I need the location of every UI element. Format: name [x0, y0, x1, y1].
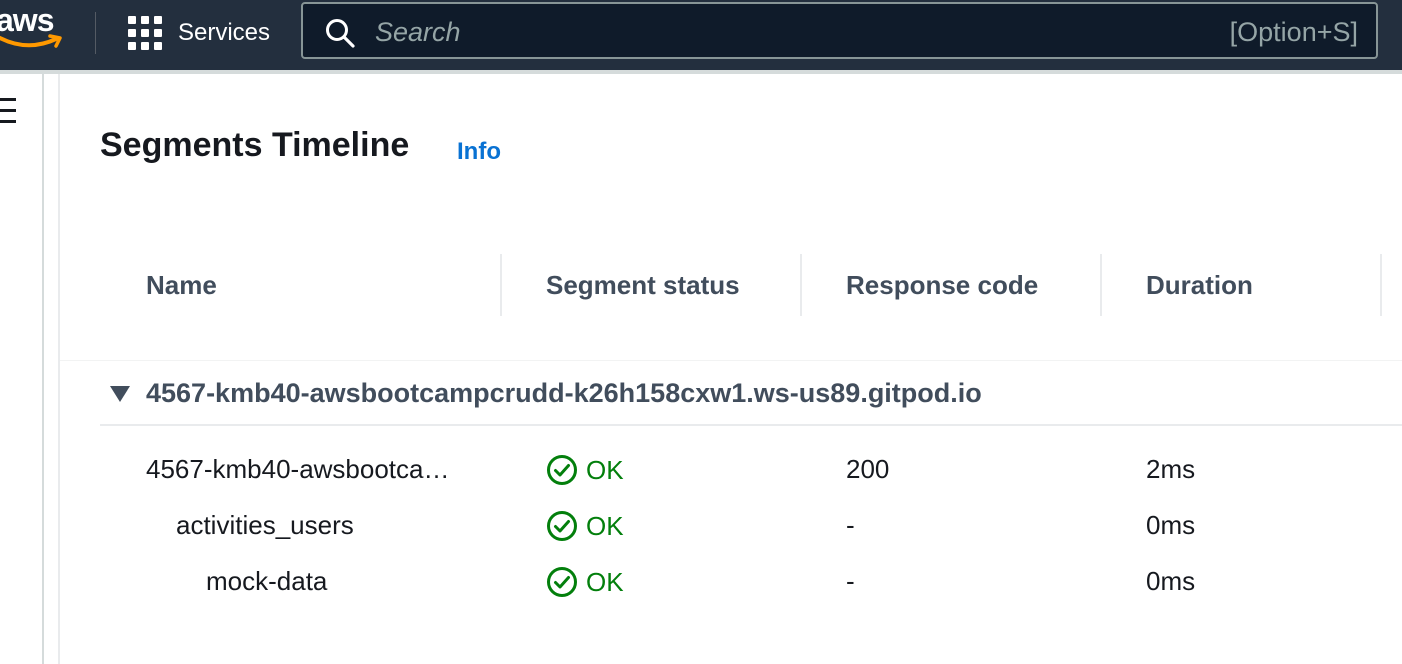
duration: 0ms [1146, 566, 1196, 596]
table-row[interactable]: 4567-kmb40-awsbootca… OK 200 2ms [0, 454, 1402, 502]
aws-smile-icon [0, 34, 62, 48]
response-code: - [846, 510, 855, 540]
status-text: OK [586, 566, 624, 597]
column-header-duration[interactable]: Duration [1146, 270, 1253, 301]
column-separator[interactable] [500, 254, 502, 316]
column-separator[interactable] [1380, 254, 1382, 316]
check-circle-icon [547, 455, 577, 485]
search-icon [326, 19, 355, 48]
caret-down-icon[interactable] [108, 384, 132, 404]
duration: 0ms [1146, 510, 1196, 540]
table-row[interactable]: mock-data OK - 0ms [0, 566, 1402, 614]
page-title: Segments Timeline [100, 126, 410, 164]
check-circle-icon [547, 567, 577, 597]
group-title: 4567-kmb40-awsbootcampcrudd-k26h158cxw1.… [146, 378, 982, 408]
response-code: 200 [846, 454, 890, 484]
segment-name[interactable]: mock-data [206, 566, 327, 597]
column-header-response-code[interactable]: Response code [846, 270, 1038, 301]
segment-status: OK [546, 454, 624, 486]
header-divider [60, 360, 1402, 361]
search-box[interactable]: [Option+S] [301, 2, 1378, 59]
column-header-segment-status[interactable]: Segment status [546, 270, 740, 301]
check-circle-icon [547, 511, 577, 541]
grid-icon [128, 16, 162, 50]
segment-name[interactable]: 4567-kmb40-awsbootca… [146, 454, 450, 485]
aws-logo[interactable]: aws [0, 0, 64, 58]
table-row[interactable]: activities_users OK - 0ms [0, 510, 1402, 558]
segment-status: OK [546, 566, 624, 598]
services-menu-button[interactable]: Services [128, 14, 270, 52]
response-code: - [846, 566, 855, 596]
segment-status: OK [546, 510, 624, 542]
duration: 2ms [1146, 454, 1196, 484]
segment-name[interactable]: activities_users [176, 510, 354, 541]
column-header-name[interactable]: Name [146, 270, 217, 301]
hamburger-icon[interactable] [0, 98, 16, 124]
group-divider [100, 424, 1402, 426]
search-input[interactable] [373, 12, 1157, 52]
nav-bottom-border [0, 70, 1402, 74]
top-navigation: aws Services [Option+S] [0, 0, 1402, 72]
nav-divider [95, 12, 96, 54]
column-separator[interactable] [800, 254, 802, 316]
info-link[interactable]: Info [457, 138, 501, 166]
search-shortcut-hint: [Option+S] [1229, 17, 1358, 47]
status-text: OK [586, 510, 624, 541]
services-label: Services [178, 19, 271, 46]
column-separator[interactable] [1100, 254, 1102, 316]
status-text: OK [586, 454, 624, 485]
